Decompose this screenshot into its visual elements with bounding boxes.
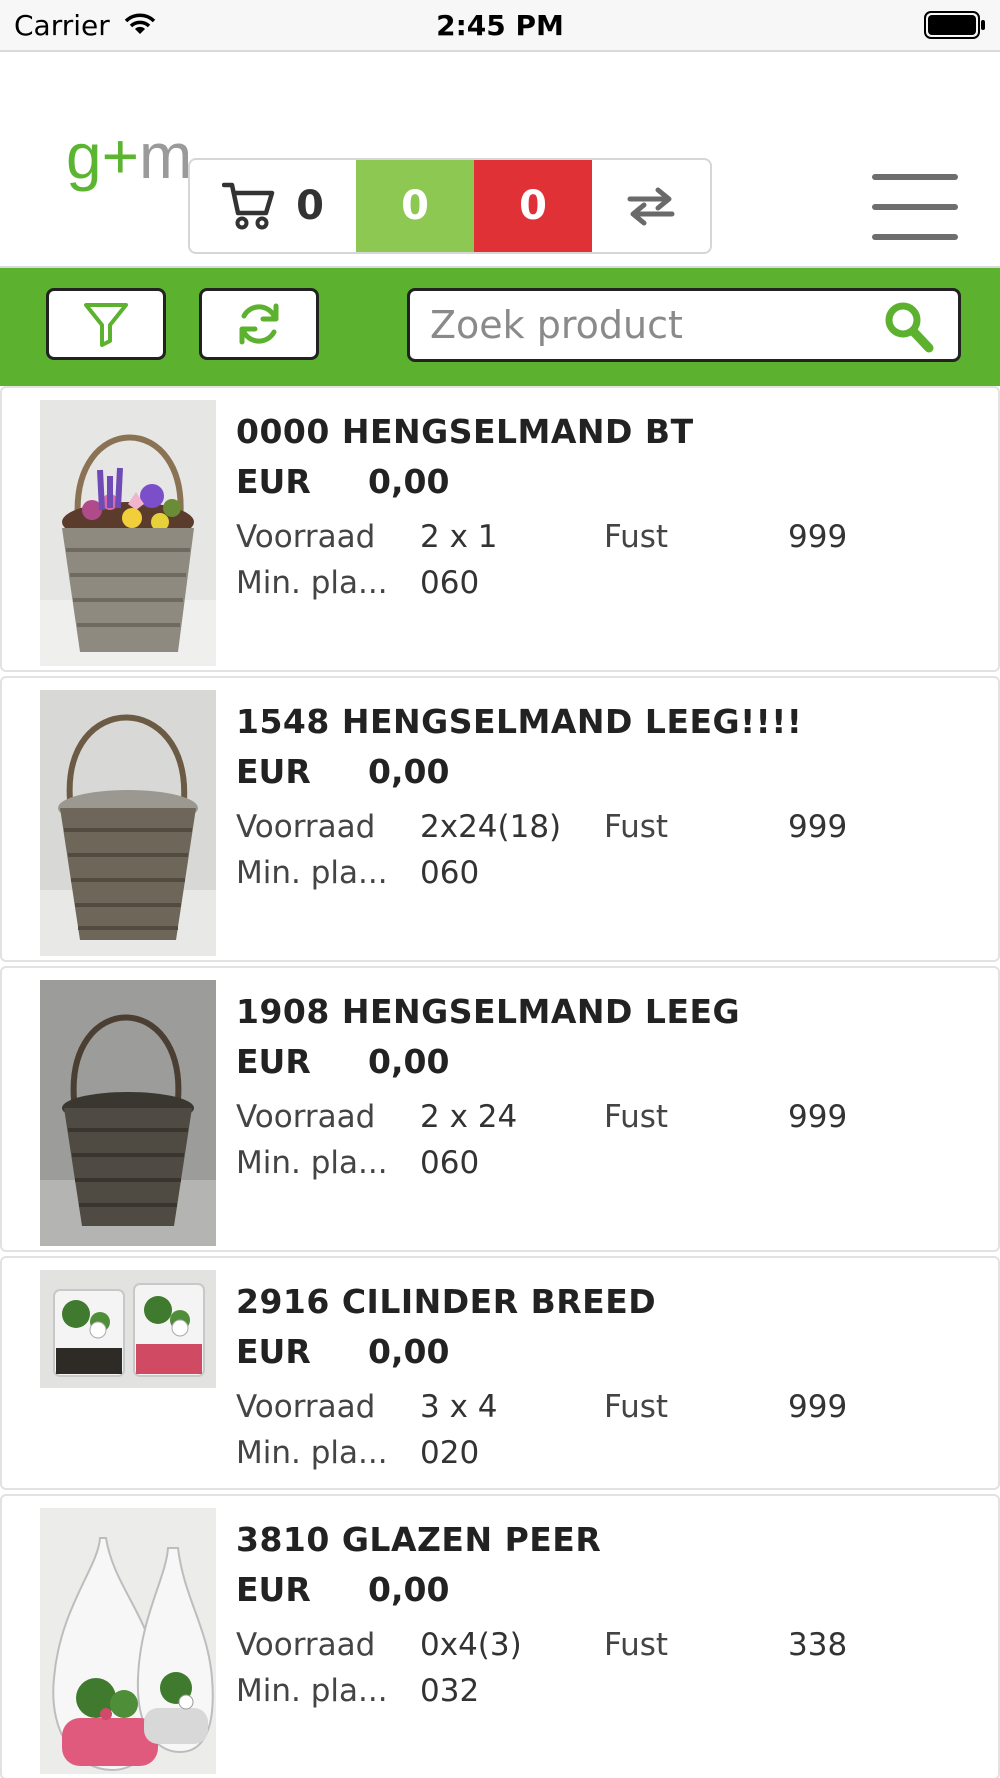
product-details: Voorraad 3 x 4 Fust 999 Min. pla... 020 xyxy=(236,1386,978,1474)
currency-label: EUR xyxy=(236,752,311,791)
product-card[interactable]: 2916 CILINDER BREED EUR 0,00 Voorraad 3 … xyxy=(0,1256,1000,1490)
crate-label: Fust xyxy=(604,1627,669,1663)
product-list: 0000 HENGSELMAND BT EUR 0,00 Voorraad 2 … xyxy=(0,386,1000,1778)
filter-icon xyxy=(84,303,128,347)
product-info: 0000 HENGSELMAND BT EUR 0,00 Voorraad 2 … xyxy=(236,412,978,604)
product-price: 0,00 xyxy=(368,752,450,791)
min-pla-value: 020 xyxy=(420,1435,480,1471)
filter-button[interactable] xyxy=(46,288,166,360)
product-card[interactable]: 1908 HENGSELMAND LEEG EUR 0,00 Voorraad … xyxy=(0,966,1000,1252)
product-details: Voorraad 2x24(18) Fust 999 Min. pla... 0… xyxy=(236,806,978,894)
product-card[interactable]: 3810 GLAZEN PEER EUR 0,00 Voorraad 0x4(3… xyxy=(0,1494,1000,1778)
min-pla-label: Min. pla... xyxy=(236,1145,388,1181)
product-image xyxy=(40,1508,216,1774)
search-input[interactable] xyxy=(430,299,870,351)
product-price-row: EUR 0,00 xyxy=(236,1042,978,1082)
green-counter-button[interactable]: 0 xyxy=(356,160,474,252)
min-pla-value: 060 xyxy=(420,565,480,601)
product-title: 2916 CILINDER BREED xyxy=(236,1282,657,1321)
refresh-icon xyxy=(239,303,279,345)
refresh-button[interactable] xyxy=(199,288,319,360)
product-details: Voorraad 0x4(3) Fust 338 Min. pla... 032 xyxy=(236,1624,978,1712)
min-pla-value: 060 xyxy=(420,1145,480,1181)
crate-label: Fust xyxy=(604,809,669,845)
stock-label: Voorraad xyxy=(236,1099,376,1135)
currency-label: EUR xyxy=(236,1570,311,1609)
crate-label: Fust xyxy=(604,1389,669,1425)
battery-icon xyxy=(924,11,985,39)
product-info: 1908 HENGSELMAND LEEG EUR 0,00 Voorraad … xyxy=(236,992,978,1184)
product-image xyxy=(40,980,216,1246)
crate-value: 338 xyxy=(788,1627,848,1663)
product-image xyxy=(40,1270,216,1388)
crate-value: 999 xyxy=(788,1389,848,1425)
min-pla-label: Min. pla... xyxy=(236,1435,388,1471)
product-price-row: EUR 0,00 xyxy=(236,1332,978,1372)
min-pla-value: 032 xyxy=(420,1673,480,1709)
product-details: Voorraad 2 x 1 Fust 999 Min. pla... 060 xyxy=(236,516,978,604)
product-title: 1548 HENGSELMAND LEEG!!!! xyxy=(236,702,803,741)
stock-label: Voorraad xyxy=(236,1389,376,1425)
product-title: 3810 GLAZEN PEER xyxy=(236,1520,602,1559)
product-title: 1908 HENGSELMAND LEEG xyxy=(236,992,741,1031)
min-pla-value: 060 xyxy=(420,855,480,891)
brand-logo[interactable]: g+m xyxy=(66,116,188,196)
product-price: 0,00 xyxy=(368,462,450,501)
swap-arrows-icon xyxy=(627,187,675,226)
search-toolbar xyxy=(0,268,1000,386)
app-header: g+m 0 0 0 xyxy=(0,50,1000,268)
product-info: 3810 GLAZEN PEER EUR 0,00 Voorraad 0x4(3… xyxy=(236,1520,978,1712)
order-counter-group: 0 0 0 xyxy=(188,158,712,254)
product-price-row: EUR 0,00 xyxy=(236,462,978,502)
stock-value: 2 x 24 xyxy=(420,1099,518,1135)
crate-value: 999 xyxy=(788,1099,848,1135)
min-pla-label: Min. pla... xyxy=(236,855,388,891)
crate-value: 999 xyxy=(788,809,848,845)
product-details: Voorraad 2 x 24 Fust 999 Min. pla... 060 xyxy=(236,1096,978,1184)
cart-button[interactable]: 0 xyxy=(190,160,356,252)
stock-value: 0x4(3) xyxy=(420,1627,522,1663)
product-title: 0000 HENGSELMAND BT xyxy=(236,412,694,451)
search-icon[interactable] xyxy=(882,299,936,355)
stock-value: 2x24(18) xyxy=(420,809,562,845)
search-box xyxy=(407,288,961,362)
min-pla-label: Min. pla... xyxy=(236,565,388,601)
cart-count: 0 xyxy=(296,183,324,229)
stock-value: 2 x 1 xyxy=(420,519,498,555)
product-image xyxy=(40,400,216,666)
menu-button[interactable] xyxy=(872,174,958,240)
menu-icon-bar xyxy=(872,174,958,180)
product-image xyxy=(40,690,216,956)
status-bar: Carrier 2:45 PM xyxy=(0,0,1000,50)
stock-label: Voorraad xyxy=(236,519,376,555)
stock-label: Voorraad xyxy=(236,809,376,845)
clock: 2:45 PM xyxy=(436,9,564,42)
product-card[interactable]: 0000 HENGSELMAND BT EUR 0,00 Voorraad 2 … xyxy=(0,386,1000,672)
crate-label: Fust xyxy=(604,519,669,555)
product-price: 0,00 xyxy=(368,1570,450,1609)
stock-label: Voorraad xyxy=(236,1627,376,1663)
product-price: 0,00 xyxy=(368,1042,450,1081)
currency-label: EUR xyxy=(236,1042,311,1081)
menu-icon-bar xyxy=(872,234,958,240)
product-price: 0,00 xyxy=(368,1332,450,1371)
product-price-row: EUR 0,00 xyxy=(236,752,978,792)
min-pla-label: Min. pla... xyxy=(236,1673,388,1709)
red-counter-button[interactable]: 0 xyxy=(474,160,592,252)
crate-label: Fust xyxy=(604,1099,669,1135)
menu-icon-bar xyxy=(872,204,958,210)
crate-value: 999 xyxy=(788,519,848,555)
product-card[interactable]: 1548 HENGSELMAND LEEG!!!! EUR 0,00 Voorr… xyxy=(0,676,1000,962)
swap-button[interactable] xyxy=(592,160,710,252)
cart-icon xyxy=(222,182,275,230)
product-info: 2916 CILINDER BREED EUR 0,00 Voorraad 3 … xyxy=(236,1282,978,1474)
product-price-row: EUR 0,00 xyxy=(236,1570,978,1610)
stock-value: 3 x 4 xyxy=(420,1389,498,1425)
currency-label: EUR xyxy=(236,462,311,501)
currency-label: EUR xyxy=(236,1332,311,1371)
product-info: 1548 HENGSELMAND LEEG!!!! EUR 0,00 Voorr… xyxy=(236,702,978,894)
